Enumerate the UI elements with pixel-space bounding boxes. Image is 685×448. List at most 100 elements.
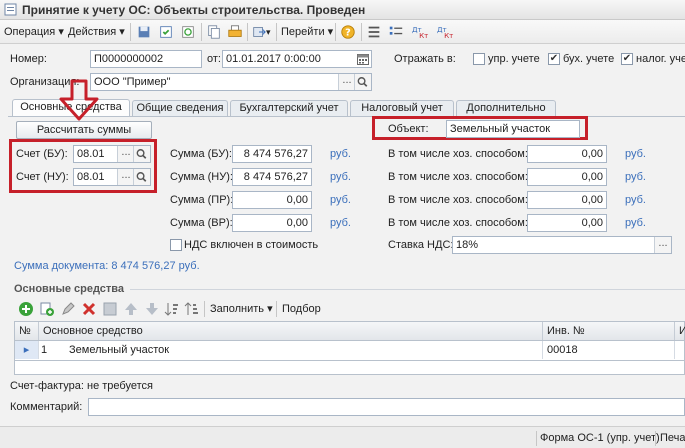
column-header[interactable]: Основное средство (39, 322, 543, 340)
add-row-icon[interactable] (18, 301, 34, 317)
toolbar: Операция ▾ Действия ▾ ▾ Перейти ▾ ? Дт Кт… (0, 20, 685, 44)
upr-label: упр. учете (488, 53, 540, 65)
number-field[interactable]: П0000000002 (90, 50, 202, 68)
window-title: Принятие к учету ОС: Объекты строительст… (22, 3, 366, 17)
delete-icon[interactable] (81, 301, 97, 317)
print-icon[interactable] (226, 23, 244, 41)
currency-label: руб. (625, 171, 646, 183)
help-icon[interactable]: ? (339, 23, 357, 41)
hoz-pr-field[interactable]: 0,00 (527, 191, 607, 209)
search-icon[interactable] (133, 169, 150, 185)
copy-icon[interactable] (205, 23, 223, 41)
move-down-icon[interactable] (144, 301, 160, 317)
list-settings-icon[interactable] (387, 23, 405, 41)
column-header[interactable]: Инв (675, 322, 685, 340)
edit-icon[interactable] (60, 301, 76, 317)
select-button[interactable]: ... (117, 146, 134, 162)
column-header[interactable]: Инв. № (543, 322, 675, 340)
date-label: от: (207, 53, 221, 65)
asset-name-cell[interactable]: Земельный участок (69, 341, 169, 359)
select-button[interactable]: ... (654, 237, 671, 253)
title-bar: Принятие к учету ОС: Объекты строительст… (0, 0, 685, 20)
reflect-label: Отражать в: (394, 53, 456, 65)
tab-additional[interactable]: Дополнительно (456, 100, 556, 116)
status-bar: Форма ОС-1 (упр. учет) Печа (0, 426, 685, 448)
hoz-nu-field[interactable]: 0,00 (527, 168, 607, 186)
structure-icon[interactable] (365, 23, 383, 41)
currency-label: руб. (625, 148, 646, 160)
buh-checkbox[interactable]: ✔ (548, 53, 560, 65)
account-bu-label: Счет (БУ): (16, 148, 68, 160)
svg-text:Кт: Кт (419, 31, 428, 40)
tab-general[interactable]: Общие сведения (132, 100, 228, 116)
nds-included-checkbox[interactable] (170, 239, 182, 251)
sort-desc-icon[interactable] (184, 301, 200, 317)
hoz-label: В том числе хоз. способом: (388, 217, 528, 229)
nds-rate-field[interactable]: 18% ... (452, 236, 672, 254)
sum-vr-label: Сумма (ВР): (170, 217, 233, 229)
select-items-button[interactable]: Подбор (282, 301, 321, 317)
account-bu-field[interactable]: 08.01 ... (73, 145, 151, 163)
object-field[interactable]: Земельный участок (446, 120, 580, 138)
sum-bu-label: Сумма (БУ): (170, 148, 232, 160)
save-icon[interactable] (135, 23, 153, 41)
dt-kt-report-icon[interactable]: ДтКт (434, 23, 456, 41)
document-sum-link[interactable]: Сумма документа: 8 474 576,27 руб. (14, 258, 200, 274)
sum-pr-label: Сумма (ПР): (170, 194, 234, 206)
sum-vr-field[interactable]: 0,00 (232, 214, 312, 232)
form-print-button[interactable]: Форма ОС-1 (упр. учет) (540, 430, 660, 446)
post-row-icon[interactable] (102, 301, 118, 317)
actions-menu[interactable]: Действия ▾ (68, 24, 125, 40)
search-icon[interactable] (133, 146, 150, 162)
tab-accounting[interactable]: Бухгалтерский учет (230, 100, 348, 116)
inventory-number-cell[interactable]: 00018 (543, 341, 675, 359)
hoz-label: В том числе хоз. способом: (388, 194, 528, 206)
search-icon[interactable] (354, 74, 371, 90)
print-button[interactable]: Печа (660, 430, 685, 446)
row-marker: ▸ (15, 341, 39, 359)
calendar-icon[interactable] (357, 53, 369, 65)
goto-menu[interactable]: Перейти ▾ (281, 24, 333, 40)
org-field[interactable]: ООО "Пример" ... (90, 73, 372, 91)
assets-table-header: № Основное средство Инв. № Инв (14, 321, 685, 341)
operation-menu[interactable]: Операция ▾ (4, 24, 64, 40)
hoz-vr-field[interactable]: 0,00 (527, 214, 607, 232)
nds-rate-label: Ставка НДС: (388, 239, 454, 251)
sum-nu-label: Сумма (НУ): (170, 171, 233, 183)
dt-kt-icon[interactable]: ДтКт (409, 23, 431, 41)
currency-label: руб. (330, 217, 351, 229)
upr-checkbox[interactable] (473, 53, 485, 65)
select-button[interactable]: ... (338, 74, 355, 90)
document-icon (4, 3, 17, 16)
sum-nu-field[interactable]: 8 474 576,27 (232, 168, 312, 186)
account-nu-field[interactable]: 08.01 ... (73, 168, 151, 186)
move-up-icon[interactable] (123, 301, 139, 317)
sum-pr-field[interactable]: 0,00 (232, 191, 312, 209)
currency-label: руб. (625, 194, 646, 206)
down-arrow-icon (59, 79, 99, 121)
inventory-number-cell-2[interactable] (675, 341, 685, 359)
nds-included-label: НДС включен в стоимость (184, 239, 319, 251)
table-row[interactable]: ▸ 1 Земельный участок 00018 (14, 341, 685, 361)
column-header[interactable]: № (15, 322, 39, 340)
comment-field[interactable] (88, 398, 685, 416)
currency-label: руб. (330, 171, 351, 183)
tab-tax[interactable]: Налоговый учет (350, 100, 454, 116)
sum-bu-field[interactable]: 8 474 576,27 (232, 145, 312, 163)
post-icon[interactable] (157, 23, 175, 41)
svg-text:?: ? (345, 28, 351, 39)
fill-menu[interactable]: Заполнить ▾ (210, 301, 273, 317)
currency-label: руб. (330, 148, 351, 160)
refresh-icon[interactable] (179, 23, 197, 41)
copy-row-icon[interactable] (39, 301, 55, 317)
table-body-empty (14, 361, 685, 375)
select-button[interactable]: ... (117, 169, 134, 185)
number-label: Номер: (10, 53, 47, 65)
svg-text:Кт: Кт (444, 31, 453, 40)
hoz-bu-field[interactable]: 0,00 (527, 145, 607, 163)
nalog-checkbox[interactable]: ✔ (621, 53, 633, 65)
date-field[interactable]: 01.01.2017 0:00:00 (222, 50, 372, 68)
calculate-sums-button[interactable]: Рассчитать суммы (16, 121, 152, 139)
currency-label: руб. (625, 217, 646, 229)
sort-asc-icon[interactable] (164, 301, 180, 317)
